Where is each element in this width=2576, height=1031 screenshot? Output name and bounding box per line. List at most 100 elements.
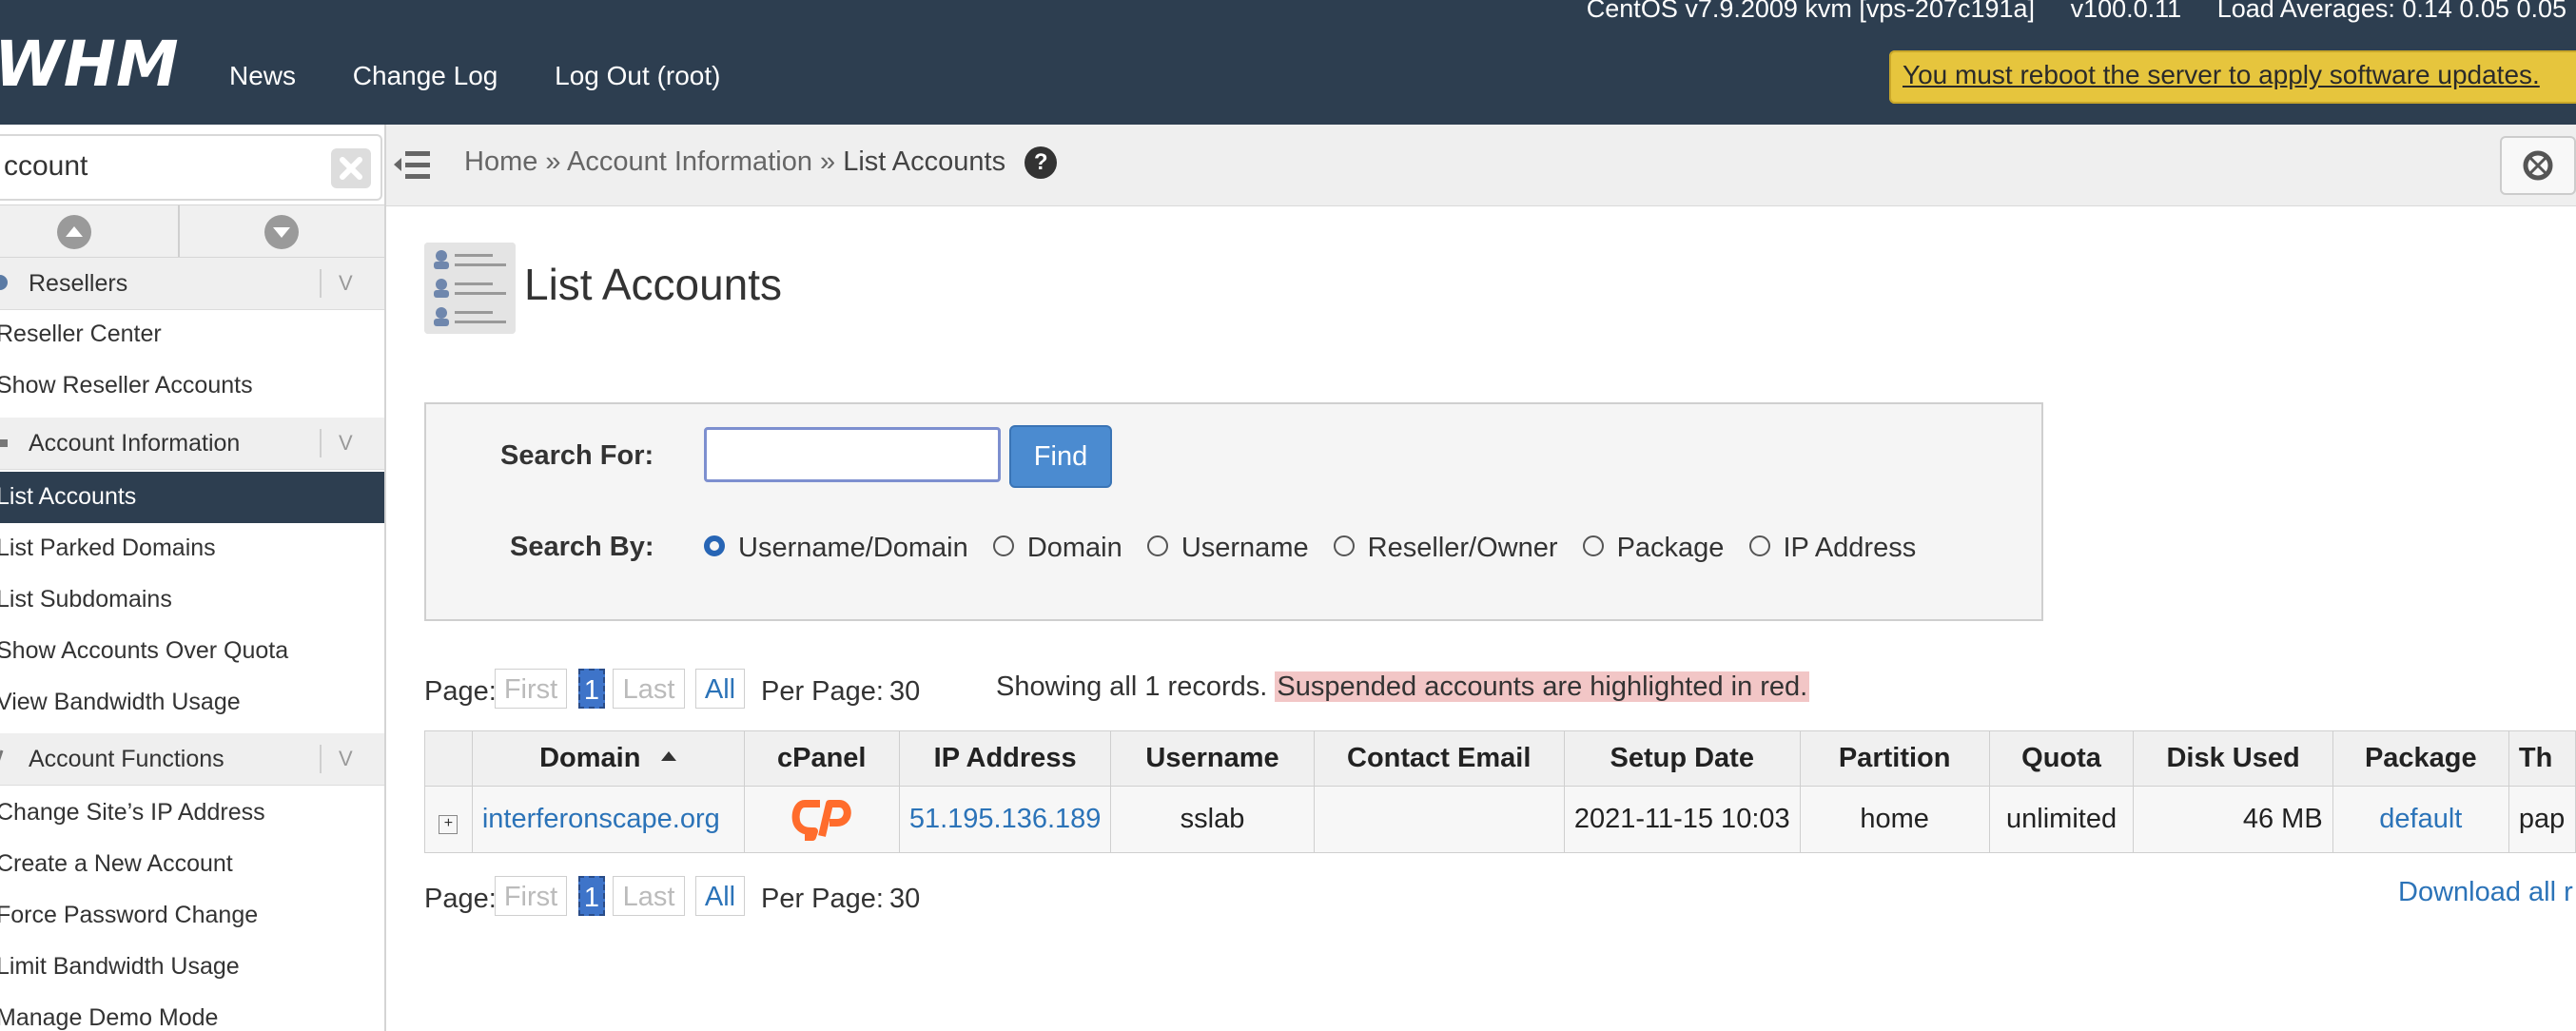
reboot-notice[interactable]: You must reboot the server to apply soft… [1889, 50, 2576, 104]
sidebar-item-list-parked-domains[interactable]: List Parked Domains [0, 523, 384, 574]
breadcrumb-separator: » [820, 146, 836, 177]
load-averages: Load Averages: 0.14 0.05 0.05 [2216, 0, 2566, 23]
close-panel-button[interactable] [2500, 136, 2576, 195]
column-header-partition[interactable]: Partition [1799, 730, 1990, 787]
column-header-quota[interactable]: Quota [1988, 730, 2135, 787]
whm-logo[interactable]: WHM [0, 27, 190, 103]
breadcrumb-section[interactable]: Account Information [567, 146, 812, 177]
help-icon[interactable]: ? [1025, 146, 1058, 180]
page-last-button[interactable]: Last [613, 876, 685, 916]
suspended-note: Suspended accounts are highlighted in re… [1275, 671, 1810, 702]
per-page-label: Per Page: [761, 884, 884, 914]
radio-username-domain[interactable]: Username/Domain [704, 533, 968, 564]
column-header-username[interactable]: Username [1110, 730, 1315, 787]
page-first-button[interactable]: First [495, 876, 567, 916]
column-header-theme[interactable]: Th [2508, 730, 2576, 787]
sidebar-section-resellers[interactable]: Resellers V [0, 258, 384, 310]
list-accounts-icon [424, 243, 516, 334]
clear-search-button[interactable] [331, 148, 371, 188]
search-by-options: Username/Domain Domain Username Reseller… [704, 533, 1933, 564]
page-1-button[interactable]: 1 [578, 669, 605, 709]
page-1-button[interactable]: 1 [578, 876, 605, 916]
page-last-button[interactable]: Last [613, 669, 685, 709]
records-summary: Showing all 1 records. Suspended account… [996, 671, 1810, 703]
per-page-value[interactable]: 30 [889, 676, 920, 708]
disk-used-cell: 46 MB [2133, 786, 2333, 853]
username-cell: sslab [1110, 786, 1315, 853]
whm-version: v100.0.11 [2070, 0, 2182, 23]
sidebar-item-label: List Accounts [0, 483, 137, 510]
radio-label: Reseller/Owner [1367, 533, 1558, 563]
radio-reseller-owner[interactable]: Reseller/Owner [1333, 533, 1558, 564]
chevron-down-icon[interactable]: V [339, 271, 353, 296]
sidebar-item-create-account[interactable]: Create a New Account [0, 839, 384, 890]
radio-unchecked-icon [1748, 535, 1770, 557]
accounts-table: Domain cPanel IP Address Username Contac… [424, 730, 2576, 853]
page-all-button[interactable]: All [695, 669, 745, 709]
nav-logout[interactable]: Log Out (root) [555, 61, 720, 90]
sidebar-item-list-accounts[interactable]: List Accounts [0, 472, 384, 523]
column-header-email[interactable]: Contact Email [1313, 730, 1565, 787]
nav-change-log[interactable]: Change Log [353, 61, 498, 90]
search-for-label: Search For: [500, 440, 654, 471]
os-info: CentOS v7.9.2009 kvm [vps-207c191a] [1586, 0, 2036, 23]
column-header-package[interactable]: Package [2332, 730, 2509, 787]
radio-ip-address[interactable]: IP Address [1748, 533, 1916, 564]
table-row: + interferonscape.org 51.195.136.189 ssl… [424, 786, 2576, 853]
domain-link[interactable]: interferonscape.org [482, 804, 720, 834]
reboot-notice-link[interactable]: You must reboot the server to apply soft… [1903, 60, 2540, 90]
page-title: List Accounts [524, 260, 783, 309]
sidebar-item-limit-bandwidth[interactable]: Limit Bandwidth Usage [0, 942, 384, 993]
cpanel-logo-icon[interactable] [791, 798, 852, 842]
breadcrumb-home[interactable]: Home [464, 146, 537, 177]
sidebar-item-force-password-change[interactable]: Force Password Change [0, 890, 384, 942]
per-page-label: Per Page: [761, 676, 884, 707]
package-link[interactable]: default [2379, 804, 2462, 834]
expand-down-button[interactable] [264, 215, 299, 249]
expand-plus-icon[interactable]: + [439, 815, 459, 834]
sidebar-section-account-information[interactable]: Account Information V [0, 418, 384, 470]
radio-domain[interactable]: Domain [992, 533, 1122, 564]
column-header-disk-used[interactable]: Disk Used [2133, 730, 2333, 787]
search-input[interactable] [704, 427, 1001, 482]
nav-news[interactable]: News [229, 61, 296, 90]
column-header-setup-date[interactable]: Setup Date [1563, 730, 1801, 787]
radio-username[interactable]: Username [1146, 533, 1309, 564]
radio-package[interactable]: Package [1582, 533, 1724, 564]
search-by-label: Search By: [510, 532, 654, 562]
divider [320, 745, 322, 773]
page-first-button[interactable]: First [495, 669, 567, 709]
chevron-down-icon[interactable]: V [339, 431, 353, 456]
sidebar-item-list-subdomains[interactable]: List Subdomains [0, 574, 384, 626]
sidebar-item-accounts-over-quota[interactable]: Show Accounts Over Quota [0, 626, 384, 677]
ip-link[interactable]: 51.195.136.189 [909, 804, 1102, 834]
sidebar-item-reseller-center[interactable]: Reseller Center [0, 309, 384, 360]
collapse-up-button[interactable] [57, 215, 91, 249]
divider [320, 269, 322, 298]
sidebar-search-input[interactable] [0, 146, 318, 187]
sidebar-section-account-functions[interactable]: Account Functions V [0, 733, 384, 786]
sidebar-item-label: View Bandwidth Usage [0, 689, 241, 715]
download-all-link[interactable]: Download all r [2398, 877, 2573, 908]
sidebar-item-demo-mode[interactable]: Manage Demo Mode [0, 993, 384, 1031]
expand-cell[interactable]: + [424, 786, 473, 853]
chevron-down-icon[interactable]: V [339, 747, 353, 771]
column-header-ip[interactable]: IP Address [898, 730, 1112, 787]
page-label: Page: [424, 676, 497, 707]
theme-cell: pap [2508, 786, 2576, 853]
records-count: Showing all 1 records. [996, 671, 1268, 702]
sidebar-item-bandwidth-usage[interactable]: View Bandwidth Usage [0, 677, 384, 729]
sidebar-item-label: Create a New Account [0, 850, 233, 877]
breadcrumb: Home » Account Information » List Accoun… [464, 146, 1058, 180]
sidebar-item-change-site-ip[interactable]: Change Site’s IP Address [0, 788, 384, 839]
sidebar-item-show-reseller-accounts[interactable]: Show Reseller Accounts [0, 360, 384, 412]
radio-unchecked-icon [1146, 535, 1168, 557]
breadcrumb-current: List Accounts [843, 146, 1006, 177]
column-header-domain[interactable]: Domain [471, 730, 745, 787]
per-page-value[interactable]: 30 [889, 884, 920, 915]
partition-cell: home [1799, 786, 1990, 853]
page-all-button[interactable]: All [695, 876, 745, 916]
find-button[interactable]: Find [1009, 425, 1112, 488]
sidebar-item-label: Show Reseller Accounts [0, 372, 253, 399]
menu-toggle-icon[interactable] [392, 144, 434, 185]
